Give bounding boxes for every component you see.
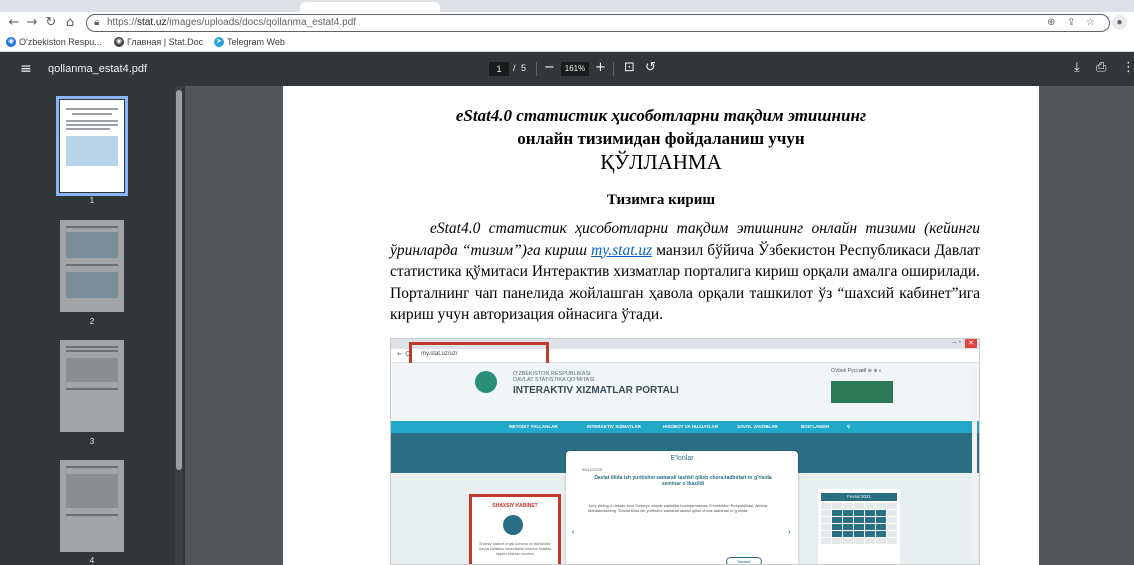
zoom-icon[interactable]: ⊕ [1047, 17, 1055, 28]
embedded-screenshot: – ▫ ✕ ← C my.stat.uz/uz/ O'ZBEKISTON RES… [390, 338, 980, 565]
profile-avatar-icon[interactable]: ● [1112, 15, 1127, 30]
thumbnail-sidebar: 1 2 3 4 [0, 86, 185, 565]
doc-title-line1: eStat4.0 статистик ҳисоботларни тақдим э… [455, 106, 867, 125]
zoom-in-icon[interactable]: + [595, 60, 606, 75]
thumbnail-number: 4 [89, 556, 95, 565]
nav-item: HISOBOT VA HUJJATLAR [663, 424, 719, 429]
announcement-date: 09/12/2020 [582, 467, 603, 472]
back-icon[interactable]: ← [6, 15, 22, 31]
announcements-heading: E'lonlar [670, 455, 694, 462]
menu-icon[interactable]: ≡ [20, 61, 32, 77]
thumbnail-number: 3 [89, 437, 95, 446]
pdf-toolbar: ≡ qollanma_estat4.pdf 1 / 5 − 161% + ⊡ ↺… [0, 52, 1134, 86]
telegram-icon: ➤ [214, 37, 224, 47]
bookmark-star-icon[interactable]: ☆ [1086, 17, 1095, 28]
thumbnail-number: 1 [89, 196, 95, 205]
bookmark-item[interactable]: ◉ Главная | Stat.Doc [114, 37, 203, 47]
page-thumbnail-2[interactable] [60, 220, 124, 312]
close-icon: ✕ [965, 339, 977, 348]
chevron-left-icon: ‹ [572, 527, 575, 536]
page-thumbnail-4[interactable] [60, 460, 124, 552]
address-bar[interactable]: 🔒︎ https://stat.uz/images/uploads/docs/q… [86, 14, 1110, 32]
page-separator: / [513, 63, 516, 73]
share-icon[interactable]: ⇪ [1067, 17, 1075, 28]
announcement-text: Joriy yilning 4 dekabr kuni Sirdaryo vil… [588, 503, 768, 513]
nav-item: BOG'LANISH [801, 424, 830, 429]
page-number-input[interactable]: 1 [489, 62, 509, 76]
zoom-input[interactable]: 161% [561, 62, 589, 76]
calendar-grid [821, 503, 897, 544]
chevron-right-icon: › [788, 527, 791, 536]
bookmarks-bar: ◉ O'zbekiston Respu... ◉ Главная | Stat.… [0, 34, 1134, 52]
details-button: Batafsil [726, 557, 762, 564]
thumbnail-number: 2 [89, 317, 95, 326]
reload-icon[interactable]: ↻ [43, 15, 59, 31]
zoom-out-icon[interactable]: − [544, 60, 555, 75]
bookmark-label: Главная | Stat.Doc [127, 37, 204, 47]
pdf-page: eStat4.0 статистик ҳисоботларни тақдим э… [283, 86, 1039, 565]
download-icon[interactable]: ⤓ [1074, 60, 1080, 75]
minimize-icon: – ▫ [952, 339, 961, 346]
logo-icon [475, 371, 497, 393]
language-links: O'zbek Русский ⊕ ⊕ ◐ [831, 368, 882, 374]
browser-toolbar: ← → ↻ ⌂ 🔒︎ https://stat.uz/images/upload… [0, 12, 1134, 34]
section-heading: Тизимга кириш [606, 192, 716, 208]
tab-strip [0, 0, 1134, 12]
doc-title-line2: онлайн тизимидан фойдаланиш учун [517, 129, 805, 148]
portal-nav: METODIY YALLANLAR INTERAKTIV XIZMATLAR H… [391, 421, 979, 433]
nav-item: METODIY YALLANLAR [509, 424, 558, 429]
announcements-card: E'lonlar 09/12/2020 Davlat tilida ish yu… [566, 451, 798, 564]
cabinet-heading: SHAXSIY KABINET [492, 503, 538, 509]
org-name: O'ZBEKISTON RESPUBLIKASI DAVLAT STATISTIK… [513, 371, 595, 383]
bookmark-label: Telegram Web [227, 37, 285, 47]
forward-icon[interactable]: → [24, 15, 40, 31]
divider [536, 62, 537, 76]
portal-header: O'ZBEKISTON RESPUBLIKASI DAVLAT STATISTIK… [391, 363, 979, 421]
nav-item: SAVOL JAVOBLAR [737, 424, 778, 429]
home-icon[interactable]: ⌂ [62, 15, 78, 31]
cabinet-text: Shaxsiy kabinet orqali korxona va tashki… [478, 542, 552, 556]
header-widget [831, 381, 893, 403]
divider [613, 62, 614, 76]
page-thumbnail-1[interactable] [56, 96, 128, 196]
site-icon: ◉ [114, 37, 124, 47]
rotate-icon[interactable]: ↺ [645, 60, 656, 75]
bookmark-item[interactable]: ➤ Telegram Web [214, 37, 285, 47]
sidebar-scrollbar[interactable] [175, 86, 183, 565]
print-icon[interactable]: ⎙ [1096, 60, 1106, 75]
browser-window: ← → ↻ ⌂ 🔒︎ https://stat.uz/images/upload… [0, 0, 1134, 565]
bookmark-item[interactable]: ◉ O'zbekiston Respu... [6, 37, 102, 47]
intro-paragraph: eStat4.0 статистик ҳисоботларни тақдим э… [390, 218, 980, 326]
calendar-widget: Fevral 2021 [818, 489, 900, 564]
bookmark-label: O'zbekiston Respu... [19, 37, 102, 47]
page-thumbnail-3[interactable] [60, 340, 124, 432]
calendar-month: Fevral 2021 [821, 493, 897, 501]
personal-cabinet-card: SHAXSIY KABINET Shaxsiy kabinet orqali k… [469, 494, 561, 564]
announcement-title: Davlat tilida ish yuritishni samarali ta… [594, 475, 772, 487]
globe-icon: ◉ [6, 37, 16, 47]
nav-item: INTERAKTIV XIZMATLAR [587, 424, 641, 429]
lock-icon: 🔒︎ [94, 17, 100, 28]
my-stat-link[interactable]: my.stat.uz [591, 242, 652, 259]
user-icon [503, 515, 523, 535]
total-pages: 5 [521, 63, 527, 73]
address-url: https://stat.uz/images/uploads/docs/qoll… [107, 17, 357, 28]
file-title: qollanma_estat4.pdf [48, 63, 148, 75]
fit-page-icon[interactable]: ⊡ [624, 60, 635, 75]
search-icon: ⚲ [847, 424, 851, 429]
screenshot-scrollbar [972, 369, 977, 559]
document-viewport: eStat4.0 статистик ҳисоботларни тақдим э… [185, 86, 1134, 565]
doc-title-line3: ҚЎЛЛАНМА [600, 150, 722, 174]
active-tab[interactable] [300, 2, 440, 12]
sidebar-scroll-thumb[interactable] [176, 90, 182, 470]
more-options-icon[interactable]: ⋮ [1122, 60, 1134, 75]
portal-title: INTERAKTIV XIZMATLAR PORTALI [513, 385, 679, 396]
